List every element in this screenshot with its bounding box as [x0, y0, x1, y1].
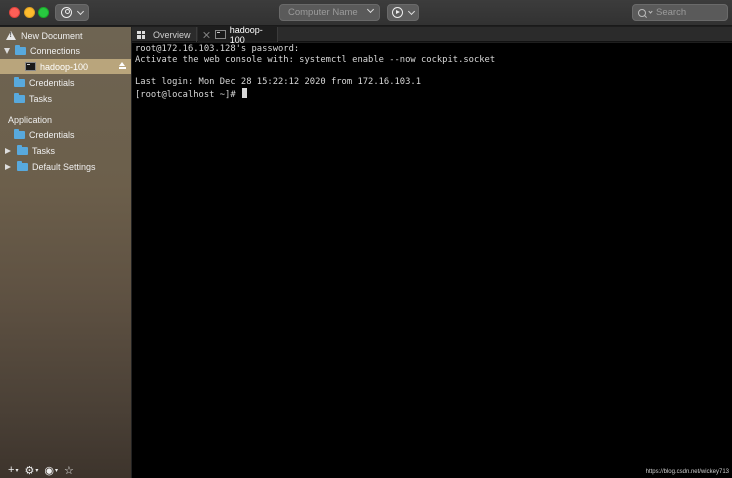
terminal-view[interactable]: root@172.16.103.128's password: Activate… — [132, 43, 732, 478]
sidebar-item-default-settings[interactable]: Default Settings — [0, 159, 131, 174]
sidebar-item-label: Credentials — [29, 77, 75, 88]
terminal-icon — [25, 62, 36, 71]
disclosure-closed-icon[interactable] — [5, 163, 11, 170]
sidebar: New Document Connections hadoop-100 Cred… — [0, 27, 132, 478]
application-section-header: Application — [8, 115, 53, 125]
star-icon[interactable]: ☆ — [64, 464, 74, 477]
tab-overview[interactable]: Overview — [132, 27, 197, 42]
sidebar-item-label: Tasks — [32, 145, 56, 156]
minimize-window-button[interactable] — [24, 7, 35, 18]
terminal-line: Activate the web console with: systemctl… — [135, 55, 496, 65]
warning-icon — [6, 31, 16, 40]
disclosure-closed-icon[interactable] — [5, 147, 11, 154]
connect-play-button[interactable] — [387, 4, 419, 21]
app-logo-icon — [61, 7, 72, 18]
folder-icon — [14, 92, 25, 103]
tab-label: hadoop-100 — [229, 24, 263, 45]
sidebar-item-new-document[interactable]: New Document — [0, 28, 131, 43]
terminal-line: Last login: Mon Dec 28 15:22:12 2020 fro… — [135, 77, 421, 87]
sidebar-item-hadoop-100[interactable]: hadoop-100 — [0, 59, 131, 74]
search-placeholder: Search — [656, 7, 687, 18]
search-input[interactable]: Search — [632, 4, 728, 21]
sidebar-item-label: New Document — [21, 30, 83, 41]
sidebar-item-connections[interactable]: Connections — [0, 43, 131, 58]
tab-hadoop-100[interactable]: hadoop-100 — [198, 24, 278, 45]
folder-icon — [14, 128, 25, 139]
add-icon[interactable]: + ▾ — [8, 464, 18, 476]
chevron-down-icon — [407, 7, 416, 15]
sidebar-bottom-bar: + ▾ ⚙ ▾ ◉ ▾ ☆ — [0, 462, 131, 478]
chevron-down-icon — [648, 9, 653, 14]
zoom-window-button[interactable] — [38, 7, 49, 18]
title-bar: Computer Name Search — [0, 0, 732, 26]
eject-icon[interactable] — [119, 62, 126, 70]
tab-bar: Overview hadoop-100 — [132, 24, 732, 45]
close-window-button[interactable] — [9, 7, 20, 18]
folder-icon — [14, 76, 25, 87]
folder-icon — [17, 144, 28, 155]
watermark: https://blog.csdn.net/wickey713 — [645, 469, 729, 475]
play-icon — [392, 7, 403, 18]
app-menu-button[interactable] — [55, 4, 89, 21]
terminal-cursor — [241, 88, 247, 98]
sidebar-item-label: Default Settings — [32, 161, 96, 172]
terminal-line: root@172.16.103.128's password: — [135, 44, 300, 54]
sidebar-item-tasks[interactable]: Tasks — [0, 91, 131, 106]
globe-icon[interactable]: ◉ ▾ — [44, 464, 58, 477]
computer-name-field[interactable]: Computer Name — [279, 4, 380, 21]
chevron-down-icon — [366, 5, 375, 14]
sidebar-item-app-tasks[interactable]: Tasks — [0, 143, 131, 158]
terminal-icon — [214, 30, 226, 39]
sidebar-item-label: hadoop-100 — [40, 61, 89, 72]
sidebar-item-label: Tasks — [29, 93, 53, 104]
chevron-down-icon — [76, 7, 85, 15]
sidebar-item-label: Credentials — [29, 129, 75, 140]
folder-icon — [17, 160, 28, 171]
sidebar-item-label: Connections — [30, 45, 81, 56]
terminal-prompt-line: [root@localhost ~]# — [135, 88, 729, 100]
terminal-prompt: [root@localhost ~]# — [135, 90, 241, 100]
sidebar-item-app-credentials[interactable]: Credentials — [0, 127, 131, 142]
close-tab-icon[interactable] — [202, 31, 210, 39]
tab-label: Overview — [153, 29, 191, 40]
folder-icon — [15, 44, 26, 55]
disclosure-open-icon[interactable] — [4, 47, 10, 54]
computer-name-placeholder: Computer Name — [288, 7, 358, 18]
grid-icon — [137, 30, 145, 39]
search-icon — [638, 8, 646, 17]
sidebar-item-credentials[interactable]: Credentials — [0, 75, 131, 90]
gear-icon[interactable]: ⚙ ▾ — [24, 464, 38, 477]
